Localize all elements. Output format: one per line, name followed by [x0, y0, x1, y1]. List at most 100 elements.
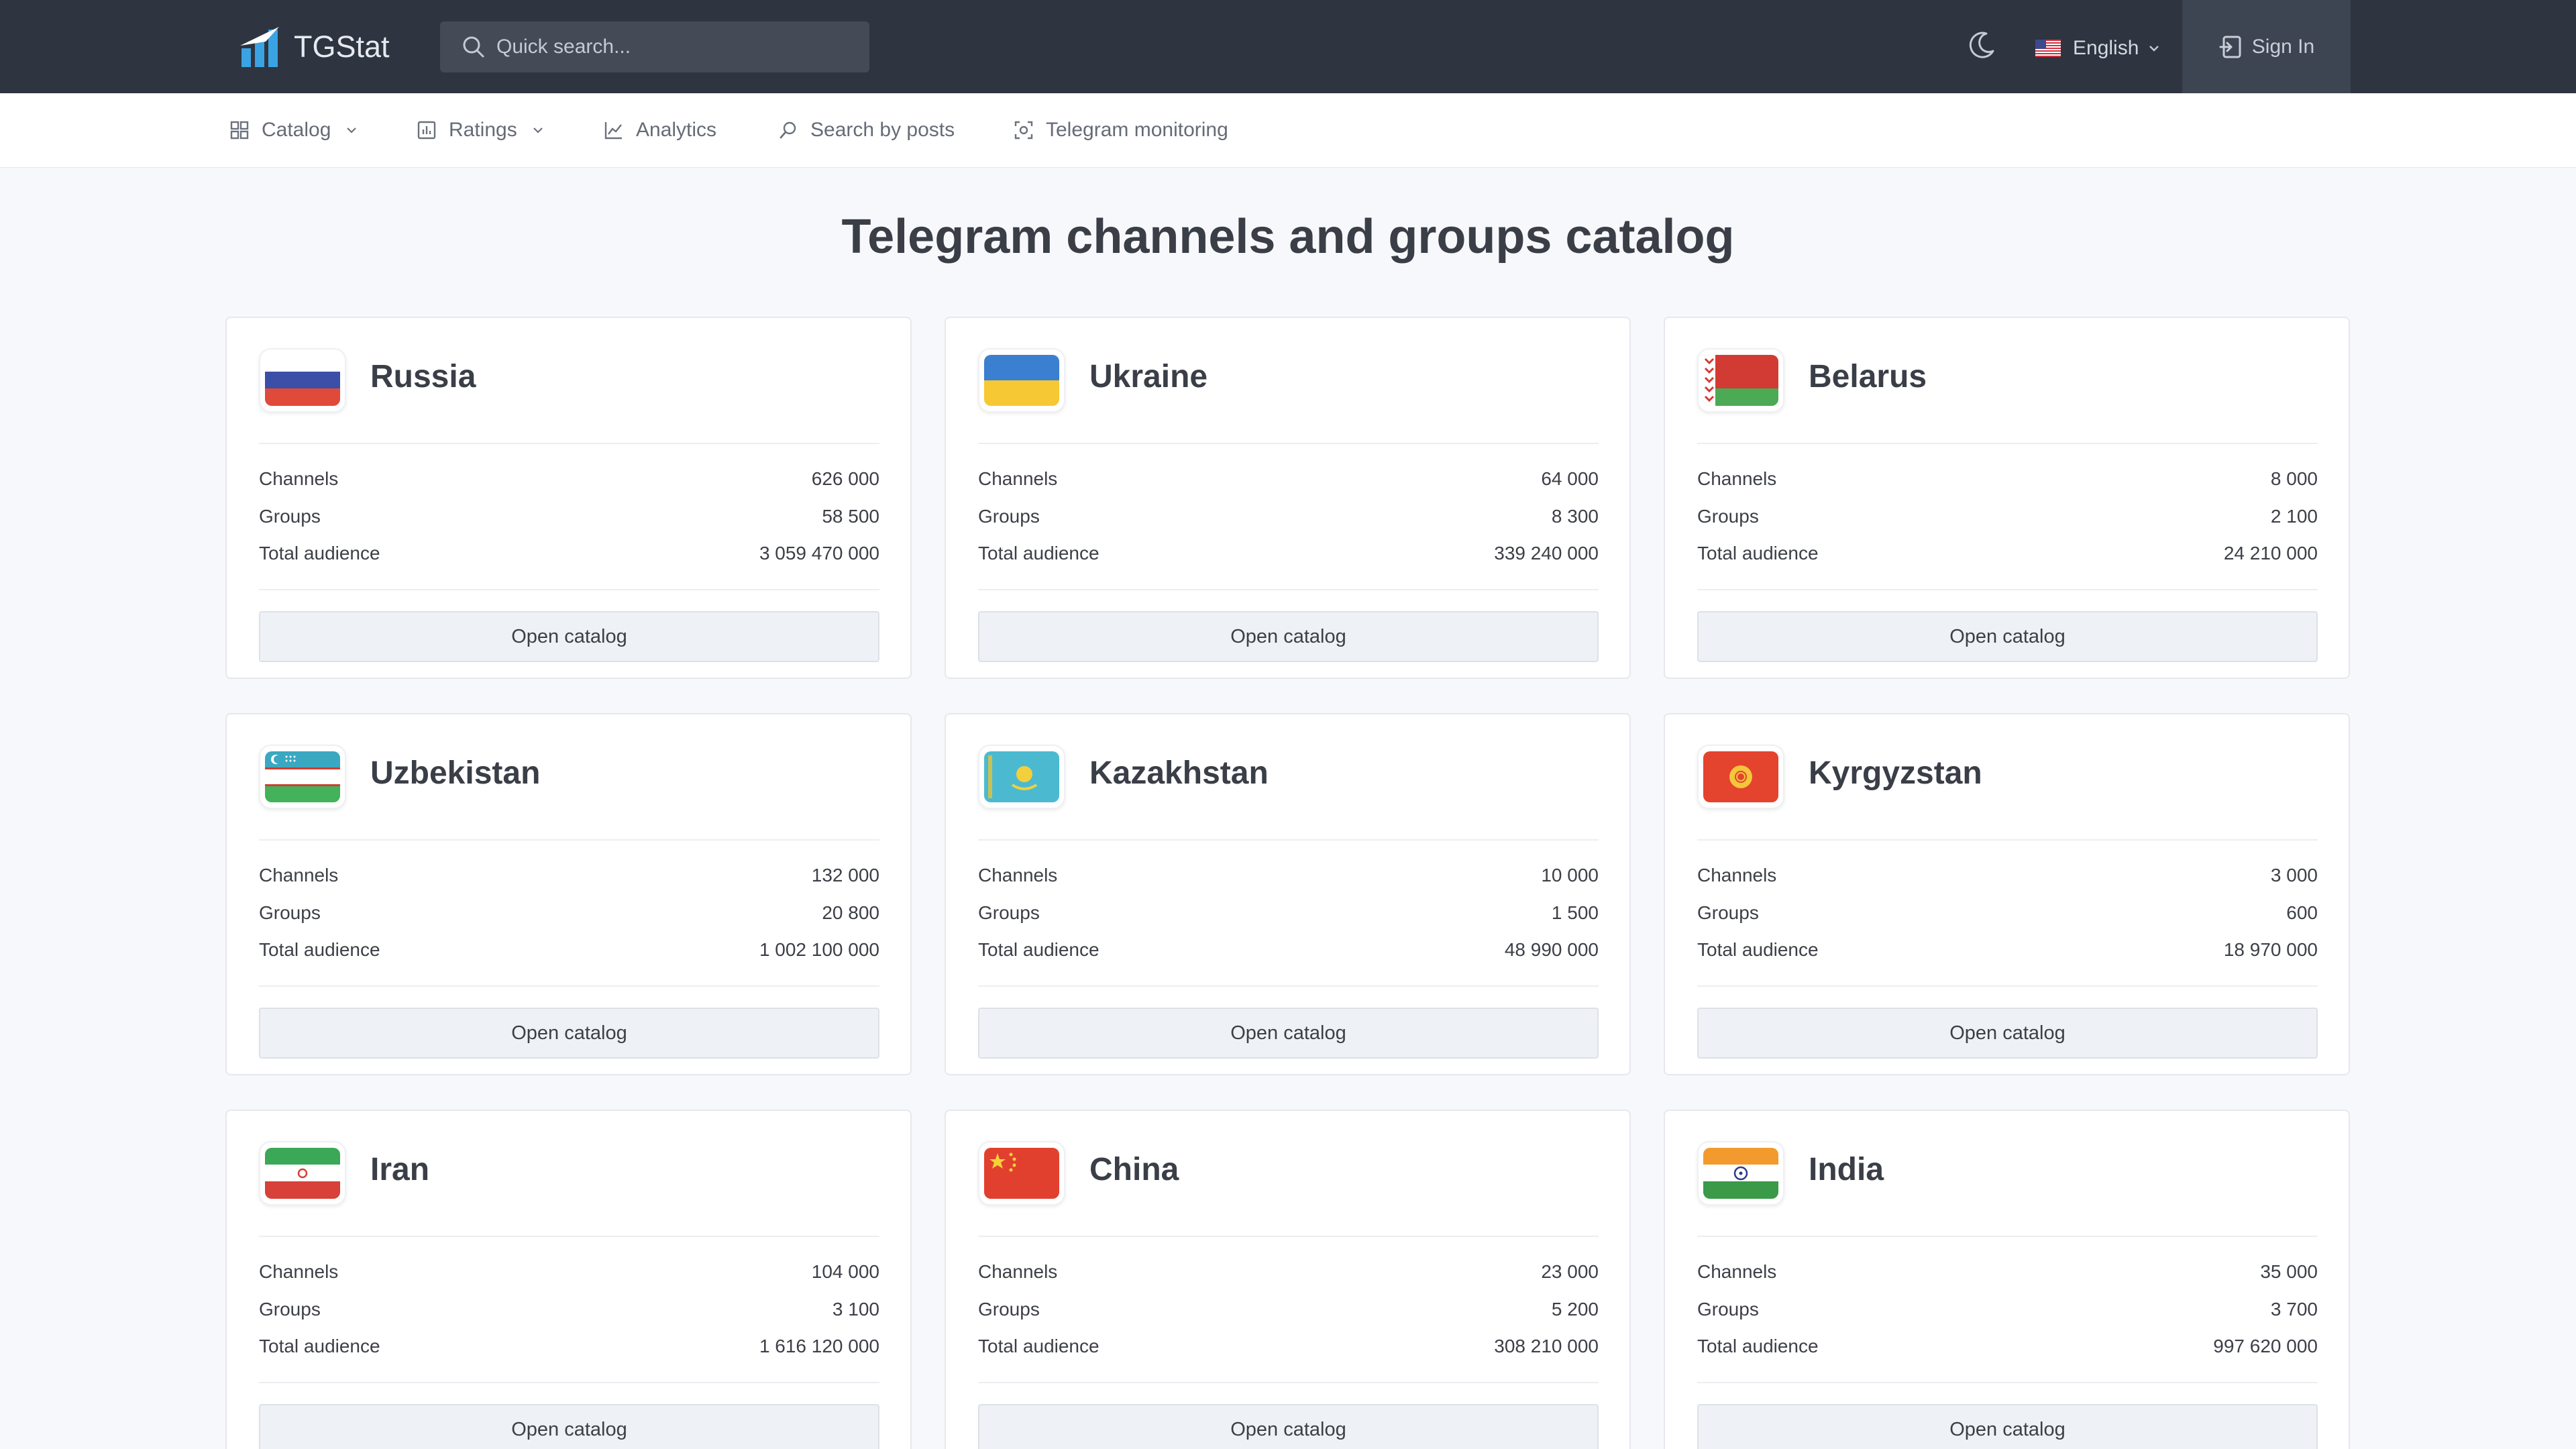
country-card-china: China Channels 23 000 Groups 5 200 Total…	[945, 1110, 1631, 1449]
bar-chart-icon	[417, 121, 436, 140]
open-catalog-button[interactable]: Open catalog	[978, 1008, 1599, 1059]
stat-value: 2 100	[2270, 506, 2318, 527]
quick-search-input[interactable]: Quick search...	[440, 21, 869, 72]
stat-label: Channels	[259, 468, 339, 489]
stat-label: Total audience	[978, 543, 1099, 564]
chevron-down-icon	[2149, 46, 2159, 52]
iran-flag-icon	[265, 1148, 340, 1199]
divider	[259, 1236, 879, 1237]
stat-label: Total audience	[259, 939, 380, 960]
stat-label: Groups	[1697, 506, 1759, 527]
nav-telegram-monitoring-label: Telegram monitoring	[1046, 119, 1228, 141]
divider	[1697, 985, 2318, 987]
open-catalog-button[interactable]: Open catalog	[259, 1008, 879, 1059]
flag-frame	[259, 1141, 346, 1205]
open-catalog-button[interactable]: Open catalog	[259, 611, 879, 662]
divider	[259, 443, 879, 444]
stat-groups: Groups 8 300	[978, 506, 1599, 527]
stat-value: 8 000	[2270, 468, 2318, 489]
stat-channels: Channels 35 000	[1697, 1261, 2318, 1283]
stat-label: Channels	[1697, 468, 1777, 489]
divider	[259, 1382, 879, 1383]
stat-channels: Channels 10 000	[978, 865, 1599, 886]
top-header: TGStat Quick search... English Sign In	[0, 0, 2576, 93]
nav-analytics-label: Analytics	[636, 119, 717, 141]
country-card-russia: Russia Channels 626 000 Groups 58 500 To…	[225, 317, 912, 679]
stat-groups: Groups 2 100	[1697, 506, 2318, 527]
india-flag-icon	[1703, 1148, 1778, 1199]
nav-ratings[interactable]: Ratings	[417, 115, 544, 145]
stat-label: Total audience	[978, 1336, 1099, 1356]
stat-audience: Total audience 18 970 000	[1697, 939, 2318, 961]
divider	[978, 839, 1599, 841]
logo[interactable]: TGStat	[239, 25, 390, 68]
divider	[259, 985, 879, 987]
stat-label: Channels	[978, 865, 1058, 885]
country-name: Uzbekistan	[370, 755, 541, 791]
chevron-down-icon	[533, 127, 543, 133]
divider	[1697, 1382, 2318, 1383]
china-flag-icon	[984, 1148, 1059, 1199]
ukraine-flag-icon	[984, 355, 1059, 406]
stat-label: Channels	[259, 1261, 339, 1282]
flag-frame	[978, 348, 1065, 413]
stat-channels: Channels 132 000	[259, 865, 879, 886]
stat-value: 339 240 000	[1494, 543, 1599, 564]
page-title: Telegram channels and groups catalog	[841, 210, 1735, 264]
stat-audience: Total audience 997 620 000	[1697, 1336, 2318, 1357]
nav-catalog[interactable]: Catalog	[229, 115, 358, 145]
kazakhstan-flag-icon	[984, 751, 1059, 802]
search-placeholder: Quick search...	[496, 36, 631, 58]
divider	[978, 443, 1599, 444]
stat-groups: Groups 600	[1697, 902, 2318, 924]
nav-telegram-monitoring[interactable]: Telegram monitoring	[1014, 115, 1228, 145]
stat-value: 1 002 100 000	[759, 939, 879, 960]
stat-value: 104 000	[811, 1261, 879, 1282]
open-catalog-button[interactable]: Open catalog	[978, 611, 1599, 662]
sign-in-button[interactable]: Sign In	[2182, 0, 2351, 93]
stat-value: 626 000	[811, 468, 879, 489]
language-selector[interactable]: English	[2035, 34, 2160, 63]
flag-frame	[1697, 348, 1784, 413]
stat-label: Channels	[1697, 1261, 1777, 1282]
open-catalog-button[interactable]: Open catalog	[978, 1404, 1599, 1449]
stat-audience: Total audience 3 059 470 000	[259, 543, 879, 564]
divider	[1697, 589, 2318, 590]
nav-catalog-label: Catalog	[262, 119, 331, 141]
flag-frame	[1697, 1141, 1784, 1205]
stat-value: 3 700	[2270, 1299, 2318, 1320]
stat-label: Groups	[1697, 902, 1759, 923]
open-catalog-button[interactable]: Open catalog	[1697, 1404, 2318, 1449]
stat-value: 1 500	[1551, 902, 1599, 923]
divider	[978, 1382, 1599, 1383]
country-card-kazakhstan: Kazakhstan Channels 10 000 Groups 1 500 …	[945, 713, 1631, 1075]
dark-mode-moon-icon[interactable]	[1966, 30, 1997, 60]
stat-value: 58 500	[822, 506, 879, 527]
stat-groups: Groups 58 500	[259, 506, 879, 527]
stat-value: 308 210 000	[1494, 1336, 1599, 1356]
stat-label: Total audience	[1697, 1336, 1819, 1356]
open-catalog-button[interactable]: Open catalog	[1697, 1008, 2318, 1059]
stat-audience: Total audience 24 210 000	[1697, 543, 2318, 564]
nav-analytics[interactable]: Analytics	[604, 115, 716, 145]
stat-channels: Channels 23 000	[978, 1261, 1599, 1283]
stat-channels: Channels 626 000	[259, 468, 879, 490]
open-catalog-button[interactable]: Open catalog	[1697, 611, 2318, 662]
divider	[259, 839, 879, 841]
flag-frame	[1697, 745, 1784, 809]
divider	[1697, 839, 2318, 841]
divider	[978, 1236, 1599, 1237]
russia-flag-icon	[265, 355, 340, 406]
nav-search-by-posts[interactable]: Search by posts	[778, 115, 955, 145]
chevron-down-icon	[347, 127, 357, 133]
stat-label: Groups	[259, 1299, 321, 1320]
stat-audience: Total audience 308 210 000	[978, 1336, 1599, 1357]
stat-audience: Total audience 48 990 000	[978, 939, 1599, 961]
open-catalog-button[interactable]: Open catalog	[259, 1404, 879, 1449]
stat-label: Groups	[978, 1299, 1040, 1320]
stat-groups: Groups 3 700	[1697, 1299, 2318, 1320]
stat-label: Channels	[259, 865, 339, 885]
stat-value: 5 200	[1551, 1299, 1599, 1320]
stat-label: Groups	[259, 902, 321, 923]
stat-label: Groups	[978, 902, 1040, 923]
